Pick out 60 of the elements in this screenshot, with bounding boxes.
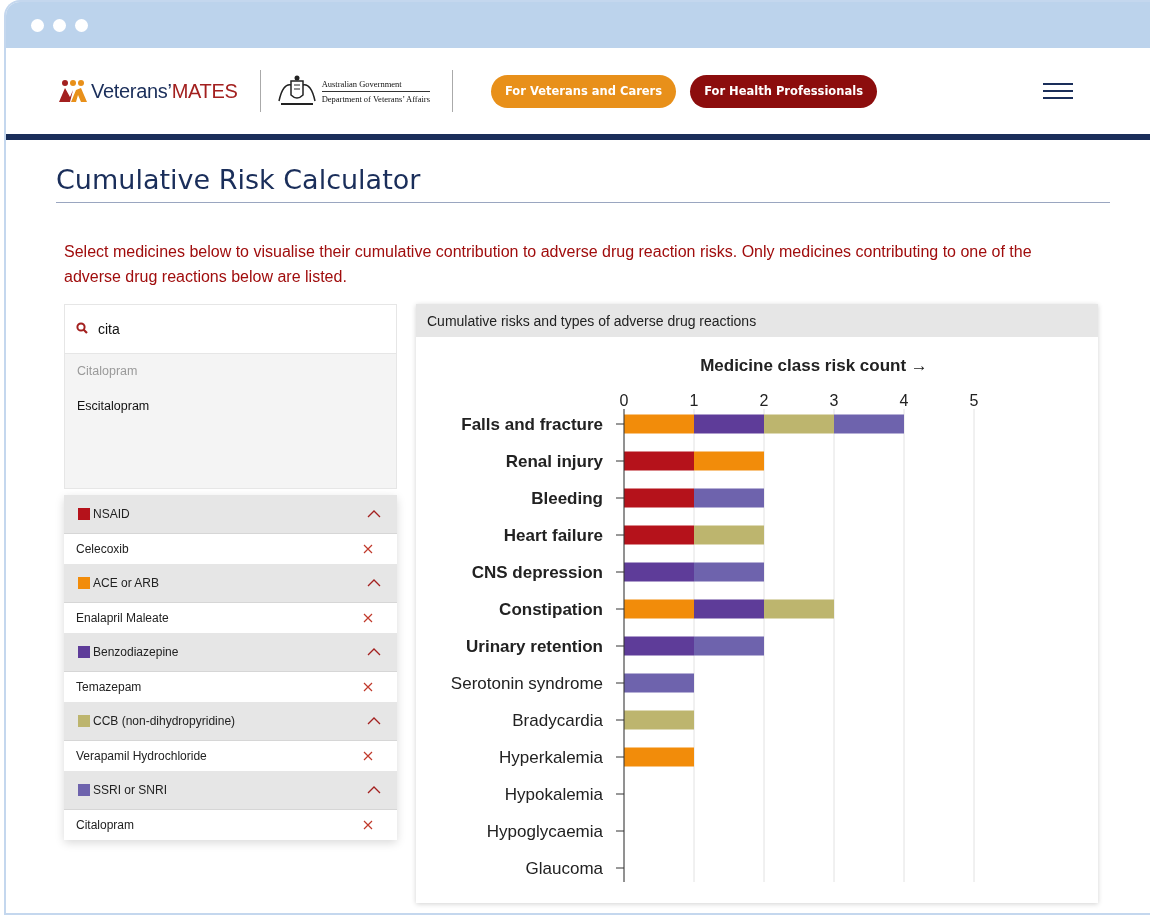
category-label: CNS depression bbox=[471, 563, 603, 582]
panel-title: Cumulative risks and types of adverse drug reactions bbox=[427, 312, 757, 329]
search-icon bbox=[76, 322, 88, 334]
menu-icon[interactable] bbox=[1042, 82, 1074, 100]
caret-icon bbox=[367, 579, 381, 587]
class-name: SSRI or SNRI bbox=[93, 783, 167, 797]
group-header[interactable]: SSRI or SNRI bbox=[64, 771, 397, 810]
medicine-name: Enalapril Maleate bbox=[76, 611, 169, 625]
axis-title: Medicine class risk count → bbox=[700, 356, 928, 375]
tick-label: 4 bbox=[899, 392, 909, 409]
caret-icon bbox=[367, 717, 381, 725]
tick-label: 2 bbox=[759, 392, 769, 409]
medicine-name: Celecoxib bbox=[76, 542, 129, 556]
nav-button[interactable]: For Health Professionals bbox=[690, 74, 877, 108]
category-label: Bradycardia bbox=[512, 711, 603, 730]
tick-label: 1 bbox=[689, 392, 699, 409]
page-title: Cumulative Risk Calculator bbox=[56, 163, 422, 197]
window-dot bbox=[75, 18, 88, 32]
group-header[interactable]: CCB (non-dihydropyridine) bbox=[64, 702, 397, 741]
government-name: Australian Government bbox=[321, 78, 430, 92]
category-label: Hyperkalemia bbox=[499, 748, 603, 767]
remove-icon[interactable] bbox=[363, 544, 373, 554]
class-name: CCB (non-dihydropyridine) bbox=[93, 714, 236, 728]
class-name: Benzodiazepine bbox=[93, 645, 179, 659]
remove-icon[interactable] bbox=[363, 820, 373, 830]
remove-icon[interactable] bbox=[363, 613, 373, 623]
category-label: Hypokalemia bbox=[504, 785, 603, 804]
category-label: Falls and fracture bbox=[461, 415, 603, 434]
category-label: Urinary retention bbox=[466, 637, 603, 656]
search-field[interactable]: cita bbox=[64, 304, 397, 353]
category-label: Heart failure bbox=[503, 526, 603, 545]
intro-text: Select medicines below to visualise their cumulative contribution to adverse drug reaction risks. Only medicines contributing to one of the adverse drug reactions below are listed. bbox=[64, 242, 1033, 287]
category-label: Bleeding bbox=[531, 489, 603, 508]
group-header[interactable]: Benzodiazepine bbox=[64, 633, 397, 672]
window-dot bbox=[31, 18, 44, 32]
window-dot bbox=[53, 18, 66, 32]
medicine-name: Citalopram bbox=[76, 818, 135, 832]
medicine-name: Temazepam bbox=[76, 680, 142, 694]
caret-icon bbox=[367, 648, 381, 656]
tick-label: 3 bbox=[829, 392, 839, 409]
class-name: ACE or ARB bbox=[93, 576, 160, 590]
caret-icon bbox=[367, 786, 381, 794]
caret-icon bbox=[367, 510, 381, 518]
category-label: Glaucoma bbox=[525, 859, 603, 878]
medicine-name: Verapamil Hydrochloride bbox=[76, 749, 207, 763]
remove-icon[interactable] bbox=[363, 751, 373, 761]
group-header[interactable]: NSAID bbox=[64, 495, 397, 534]
category-label: Hypoglycaemia bbox=[486, 822, 603, 841]
suggestion-item[interactable]: Escitalopram bbox=[65, 389, 396, 424]
tick-label: 5 bbox=[969, 392, 979, 409]
people-logo-icon bbox=[58, 79, 88, 103]
class-name: NSAID bbox=[93, 507, 130, 521]
tick-label: 0 bbox=[619, 392, 629, 409]
category-label: Renal injury bbox=[505, 452, 603, 471]
group-header[interactable]: ACE or ARB bbox=[64, 564, 397, 603]
logo-text: Veterans’MATES bbox=[91, 80, 238, 103]
category-label: Constipation bbox=[499, 600, 603, 619]
remove-icon[interactable] bbox=[363, 682, 373, 692]
category-label: Serotonin syndrome bbox=[450, 674, 603, 693]
department-name: Department of Veterans’ Affairs bbox=[321, 93, 430, 104]
